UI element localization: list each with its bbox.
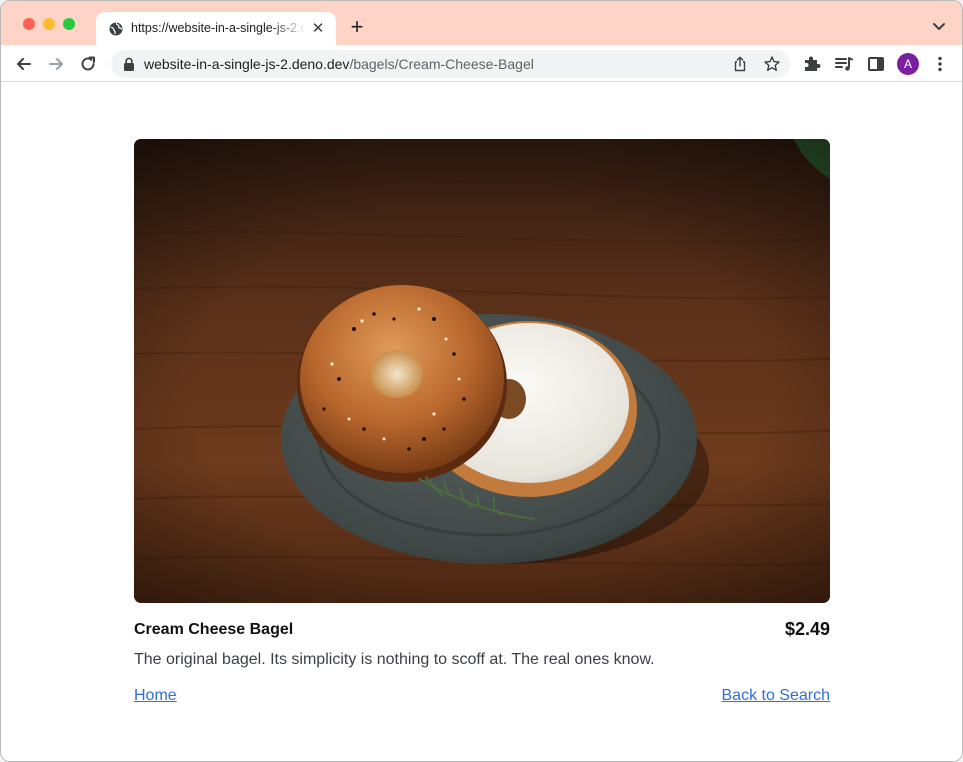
product-name: Cream Cheese Bagel: [134, 621, 294, 638]
product-price: $2.49: [784, 619, 830, 639]
window-close-button[interactable]: [23, 18, 35, 30]
globe-icon: [109, 22, 123, 36]
share-icon[interactable]: [731, 55, 749, 73]
plus-icon[interactable]: +: [346, 16, 368, 39]
profile-avatar[interactable]: A: [897, 53, 919, 75]
side-panel-icon[interactable]: [866, 54, 886, 74]
url-host: website-in-a-single-js-2.deno.dev: [144, 56, 350, 72]
window-zoom-button[interactable]: [63, 18, 75, 30]
more-vert-icon[interactable]: [930, 54, 950, 74]
media-icon[interactable]: [834, 54, 854, 74]
close-icon[interactable]: ✕: [310, 21, 326, 37]
bagel-photo: [134, 139, 830, 603]
tab-strip: https://website-in-a-single-js-2.deno.de…: [1, 1, 962, 45]
star-icon[interactable]: [763, 55, 781, 73]
home-link[interactable]: Home: [134, 687, 177, 705]
url-path: /bagels/Cream-Cheese-Bagel: [349, 56, 534, 72]
lock-icon[interactable]: [123, 57, 135, 71]
url-text[interactable]: website-in-a-single-js-2.deno.dev/bagels…: [144, 56, 534, 72]
reload-icon[interactable]: [78, 54, 98, 74]
browser-toolbar: website-in-a-single-js-2.deno.dev/bagels…: [1, 45, 962, 82]
address-bar[interactable]: website-in-a-single-js-2.deno.dev/bagels…: [111, 50, 790, 78]
back-arrow-icon[interactable]: [14, 54, 34, 74]
window-minimize-button[interactable]: [43, 18, 55, 30]
forward-arrow-icon[interactable]: [46, 54, 66, 74]
page-content: Cream Cheese Bagel $2.49 The original ba…: [1, 83, 962, 761]
puzzle-icon[interactable]: [802, 54, 822, 74]
chevron-down-icon[interactable]: [930, 20, 948, 34]
browser-window: https://website-in-a-single-js-2.deno.de…: [0, 0, 963, 762]
back-to-search-link[interactable]: Back to Search: [722, 687, 831, 705]
product-description: The original bagel. Its simplicity is no…: [134, 651, 655, 668]
tab-active[interactable]: https://website-in-a-single-js-2.deno.de…: [96, 12, 336, 45]
tab-title: https://website-in-a-single-js-2.deno.de…: [131, 21, 306, 35]
